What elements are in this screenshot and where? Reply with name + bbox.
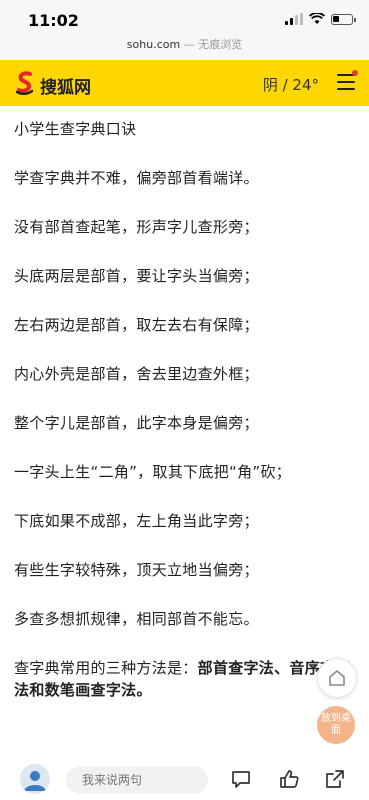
url-separator: — [180, 38, 199, 51]
incognito-label: 无痕浏览 [198, 38, 243, 51]
verse-line: 有些生字较特殊，顶天立地当偏旁； [14, 561, 259, 579]
verse-line: 整个字儿是部首，此字本身是偏旁； [14, 414, 259, 432]
method-radical: 部首查字法 [197, 659, 275, 677]
avatar[interactable] [20, 764, 50, 794]
methods-intro: 查字典常用的三种方法是： [14, 659, 198, 677]
status-bar: 11:02 [0, 0, 369, 36]
weather-info: 阴 / 24° [262, 76, 319, 94]
site-header: 搜狐网 阴 / 24° [0, 60, 369, 106]
status-time: 11:02 [28, 11, 79, 30]
add-to-desktop-button[interactable]: 放到桌面 [317, 706, 355, 744]
like-icon[interactable] [278, 768, 300, 790]
comment-icon[interactable] [230, 768, 252, 790]
verse-line: 左右两边是部首，取左去右有保障； [14, 316, 259, 334]
verse-line: 多查多想抓规律，相同部首不能忘。 [14, 610, 259, 628]
status-icons [285, 12, 356, 26]
site-name[interactable]: 搜狐网 [40, 73, 91, 98]
avatar-icon [24, 771, 46, 791]
article-title: 小学生查字典口诀 [14, 120, 137, 138]
methods-end: 。 [136, 681, 152, 699]
home-button[interactable] [317, 658, 357, 698]
wifi-icon [309, 13, 325, 24]
url-bar[interactable]: sohu.com — 无痕浏览 [0, 36, 369, 60]
method-and: 和 [29, 681, 45, 699]
verse-line: 下底如果不成部，左上角当此字旁； [14, 512, 259, 530]
sohu-logo-icon[interactable] [16, 71, 34, 95]
home-icon [329, 670, 345, 686]
url-domain: sohu.com [126, 38, 181, 51]
verse-line: 内心外壳是部首，舍去里边查外框； [14, 365, 259, 383]
share-icon[interactable] [324, 768, 346, 790]
signal-icon [285, 13, 303, 25]
methods-paragraph: 查字典常用的三种方法是：部首查字法、音序查字法和数笔画查字法。 [14, 657, 359, 701]
comment-input[interactable] [66, 766, 208, 794]
article-body: 小学生查字典口诀 学查字典并不难，偏旁部首看端详。 没有部首查起笔，形声字儿查形… [14, 118, 359, 701]
verse-line: 一字头上生“二角”，取其下底把“角”砍； [14, 463, 292, 481]
verse-line: 没有部首查起笔，形声字儿查形旁； [14, 218, 259, 236]
verse-line: 学查字典并不难，偏旁部首看端详。 [14, 169, 259, 187]
verse-line: 头底两层是部首，要让字头当偏旁； [14, 267, 259, 285]
menu-icon[interactable] [337, 74, 355, 90]
notification-dot [352, 70, 358, 76]
battery-icon [331, 13, 356, 25]
bottom-bar [0, 752, 369, 800]
method-strokes: 数笔画查字法 [44, 681, 137, 699]
